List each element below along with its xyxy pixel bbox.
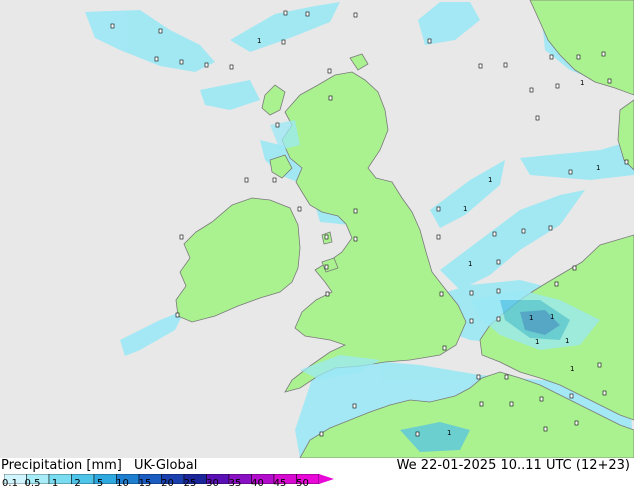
precipitation-map: 1 1 1 1 1 1 1 1 1 1 1 1	[0, 0, 634, 458]
legend-tick-label: 40	[251, 478, 264, 489]
legend-tick-label: 35	[228, 478, 242, 489]
value-label: 1	[580, 79, 584, 87]
legend-tick-label: 10	[116, 478, 129, 489]
legend-arrow	[319, 474, 334, 484]
value-label: 1	[596, 164, 600, 172]
value-label: 1	[447, 429, 451, 437]
legend-tick-label: 2	[74, 478, 81, 489]
value-label: 1	[570, 365, 574, 373]
legend-title: Precipitation [mm]	[1, 458, 122, 473]
value-label: 1	[565, 337, 569, 345]
legend-tick-label: 25	[183, 478, 197, 489]
legend-tick-label: 30	[206, 478, 219, 489]
legend-tick-label: 20	[161, 478, 174, 489]
legend-tick-label: 1	[51, 478, 59, 489]
value-label: 1	[463, 205, 467, 213]
legend-tick-label: 50	[296, 478, 309, 489]
value-label: 1	[535, 338, 539, 346]
legend-tick-label: 0.1	[2, 478, 18, 489]
footer: Precipitation [mm] UK-Global We 22-01-20…	[0, 458, 634, 490]
valid-time: We 22-01-2025 10..11 UTC (12+23)	[396, 458, 630, 473]
value-label: 1	[468, 260, 472, 268]
value-label: 1	[257, 37, 261, 45]
model-name: UK-Global	[134, 458, 198, 473]
legend-tick-label: 0.5	[24, 478, 41, 489]
value-label: 1	[529, 314, 533, 322]
legend-tick-label: 15	[138, 478, 152, 489]
legend-tick-label: 5	[96, 478, 104, 489]
legend-tick-label: 45	[273, 478, 287, 489]
value-label: 1	[488, 176, 492, 184]
value-label: 1	[550, 313, 554, 321]
